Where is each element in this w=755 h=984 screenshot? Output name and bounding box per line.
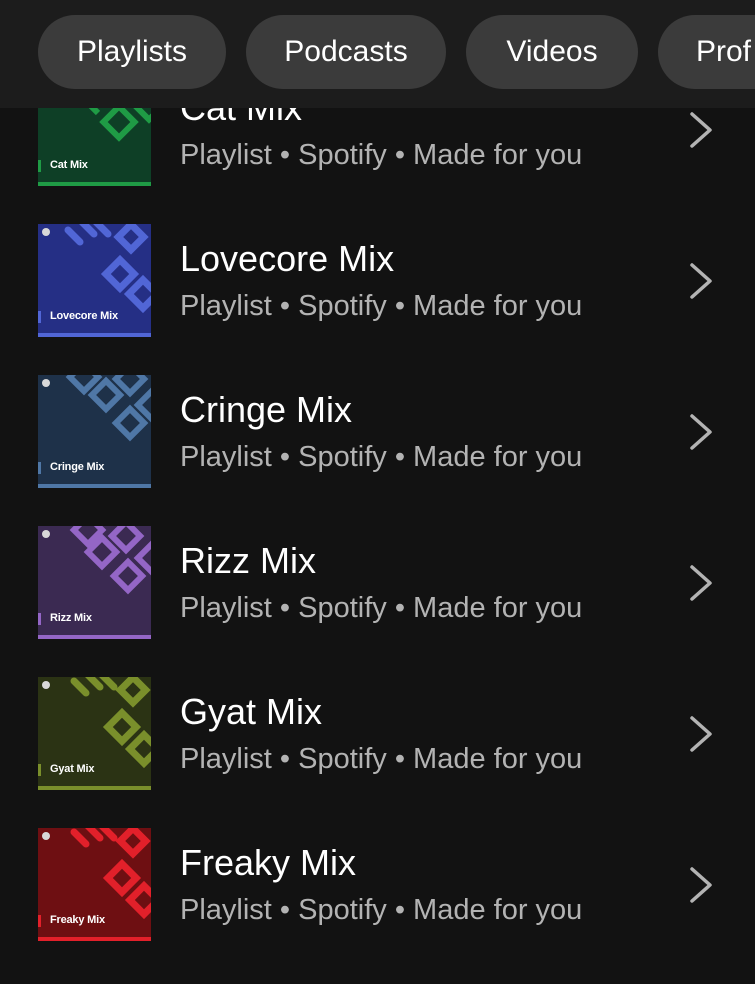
playlist-title: Gyat Mix xyxy=(180,691,323,732)
cover-accent-bar xyxy=(38,182,151,186)
playlist-title: Rizz Mix xyxy=(180,540,316,581)
playlist-title: Cringe Mix xyxy=(180,389,353,430)
cover-label: Lovecore Mix xyxy=(50,310,118,322)
chevron-right-icon xyxy=(690,263,712,299)
chevron-right-icon xyxy=(690,112,712,148)
playlist-row-cringe-mix[interactable]: Cringe Mix Cringe Mix Playlist • Spotify… xyxy=(0,375,755,489)
playlist-row-lovecore-mix[interactable]: Lovecore Mix Lovecore Mix Playlist • Spo… xyxy=(0,224,755,338)
cover-label: Cringe Mix xyxy=(50,461,105,473)
playlist-subtitle: Playlist • Spotify • Made for you xyxy=(180,592,583,624)
cover-accent-bar xyxy=(38,484,151,488)
playlist-cover: Gyat Mix xyxy=(38,677,151,790)
playlist-row-freaky-mix[interactable]: Freaky Mix Freaky Mix Playlist • Spotify… xyxy=(0,828,755,942)
cover-tick xyxy=(38,764,41,776)
library-list: Cat Mix Cat Mix Playlist • Spotify • Mad… xyxy=(0,0,755,984)
playlist-cover: Lovecore Mix xyxy=(38,224,151,337)
filter-chip-bar: Playlists Podcasts Videos Prof xyxy=(0,0,755,108)
cover-accent-bar xyxy=(38,635,151,639)
cover-tick xyxy=(38,613,41,625)
cover-label: Cat Mix xyxy=(50,159,88,171)
chip-videos[interactable]: Videos xyxy=(466,15,638,89)
cover-tick xyxy=(38,160,41,172)
playlist-cover: Rizz Mix xyxy=(38,526,151,639)
playlist-title: Lovecore Mix xyxy=(180,238,395,279)
playlist-title: Freaky Mix xyxy=(180,842,357,883)
chip-playlists[interactable]: Playlists xyxy=(38,15,226,89)
cover-tick xyxy=(38,915,41,927)
chip-podcasts[interactable]: Podcasts xyxy=(246,15,446,89)
chevron-right-icon xyxy=(690,414,712,450)
playlist-subtitle: Playlist • Spotify • Made for you xyxy=(180,441,583,473)
playlist-row-gyat-mix[interactable]: Gyat Mix Gyat Mix Playlist • Spotify • M… xyxy=(0,677,755,791)
cover-accent-bar xyxy=(38,786,151,790)
cover-tick xyxy=(38,311,41,323)
cover-label: Gyat Mix xyxy=(50,763,95,775)
cover-accent-bar xyxy=(38,937,151,941)
playlist-subtitle: Playlist • Spotify • Made for you xyxy=(180,894,583,926)
cover-label: Rizz Mix xyxy=(50,612,92,624)
playlist-cover: Freaky Mix xyxy=(38,828,151,941)
chevron-right-icon xyxy=(690,867,712,903)
playlist-subtitle: Playlist • Spotify • Made for you xyxy=(180,743,583,775)
playlist-row-rizz-mix[interactable]: Rizz Mix Rizz Mix Playlist • Spotify • M… xyxy=(0,526,755,640)
cover-accent-bar xyxy=(38,333,151,337)
cover-tick xyxy=(38,462,41,474)
chevron-right-icon xyxy=(690,565,712,601)
playlist-subtitle: Playlist • Spotify • Made for you xyxy=(180,139,583,171)
chip-profiles[interactable]: Prof xyxy=(658,15,755,89)
chevron-right-icon xyxy=(690,716,712,752)
playlist-cover: Cringe Mix xyxy=(38,375,151,488)
playlist-subtitle: Playlist • Spotify • Made for you xyxy=(180,290,583,322)
cover-label: Freaky Mix xyxy=(50,914,105,926)
